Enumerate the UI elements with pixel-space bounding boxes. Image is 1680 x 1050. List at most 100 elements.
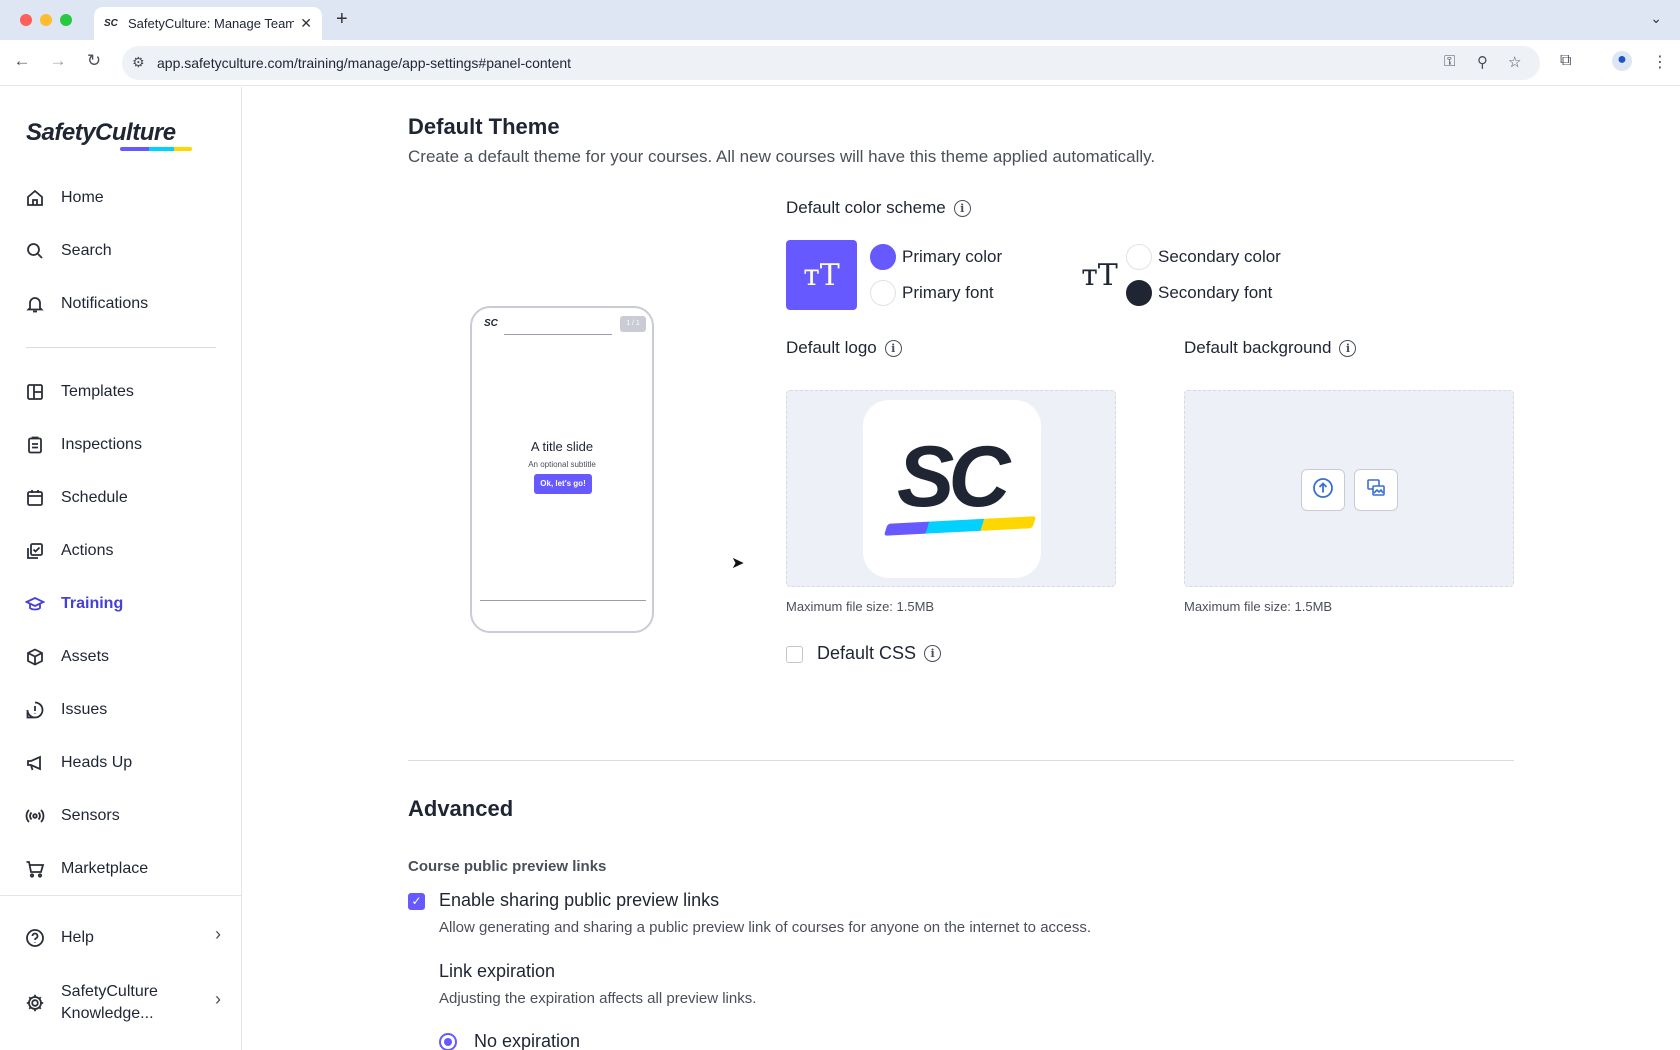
default-background-label: Default background i <box>1184 338 1357 358</box>
cart-icon <box>24 858 46 880</box>
info-icon[interactable]: i <box>1339 339 1357 357</box>
address-bar[interactable]: ⚙ app.safetyculture.com/training/manage/… <box>122 46 1540 80</box>
preview-start-button: Ok, let's go! <box>534 474 592 494</box>
upload-background-button[interactable] <box>1301 469 1345 511</box>
sidebar-item-search[interactable]: Search <box>24 236 112 266</box>
calendar-icon <box>24 487 46 509</box>
reload-icon[interactable]: ↻ <box>82 51 106 71</box>
sidebar-item-sensors[interactable]: Sensors <box>24 801 120 831</box>
color-scheme-label-text: Default color scheme <box>786 198 946 217</box>
clipboard-icon <box>24 434 46 456</box>
secondary-color-option[interactable]: Secondary color <box>1126 244 1281 270</box>
sidebar-item-label: Inspections <box>61 436 142 453</box>
primary-font-dot[interactable] <box>870 280 896 306</box>
actions-icon <box>24 540 46 562</box>
safetyculture-logo[interactable]: SafetyCulture <box>26 119 176 147</box>
primary-font-option[interactable]: Primary font <box>870 280 994 306</box>
password-key-icon[interactable]: ⚿ <box>1444 53 1455 70</box>
new-tab-icon[interactable]: + <box>336 8 348 31</box>
maximize-window-button[interactable] <box>60 14 72 26</box>
primary-color-dot[interactable] <box>870 244 896 270</box>
bell-icon <box>24 293 46 315</box>
no-expiration-label: No expiration <box>474 1031 581 1050</box>
bookmark-star-icon[interactable]: ☆ <box>1508 53 1521 71</box>
default-css-checkbox[interactable] <box>786 646 803 663</box>
sidebar-item-inspections[interactable]: Inspections <box>24 430 142 460</box>
tab-close-icon[interactable]: ✕ <box>300 15 312 32</box>
megaphone-icon <box>24 752 46 774</box>
enable-sharing-label: Enable sharing public preview links <box>439 890 720 910</box>
browser-tab[interactable]: SC SafetyCulture: Manage Teams ✕ <box>94 7 322 40</box>
chevron-right-icon[interactable]: › <box>215 924 221 945</box>
site-settings-icon[interactable]: ⚙ <box>132 54 145 71</box>
image-library-button[interactable] <box>1354 469 1398 511</box>
tab-search-chevron-icon[interactable]: ⌄ <box>1650 10 1662 27</box>
sidebar-item-marketplace[interactable]: Marketplace <box>24 854 148 884</box>
no-expiration-radio[interactable] <box>439 1033 457 1050</box>
browser-menu-icon[interactable]: ⋮ <box>1652 52 1668 72</box>
secondary-font-dot[interactable] <box>1126 280 1152 306</box>
sidebar-bottom-divider <box>0 895 242 896</box>
sidebar-item-heads-up[interactable]: Heads Up <box>24 748 132 778</box>
default-background-dropzone[interactable] <box>1184 390 1514 587</box>
main-content: Default Theme Create a default theme for… <box>242 87 1680 1050</box>
primary-color-option[interactable]: Primary color <box>870 244 1002 270</box>
sidebar-item-label: Templates <box>61 383 134 400</box>
chevron-right-icon[interactable]: › <box>215 989 221 1010</box>
sidebar-item-label: Schedule <box>61 489 128 506</box>
tab-favicon: SC <box>104 18 118 29</box>
color-scheme-label: Default color scheme i <box>786 198 971 218</box>
sidebar-item-schedule[interactable]: Schedule <box>24 483 128 513</box>
primary-theme-swatch[interactable]: тT <box>786 240 857 310</box>
sidebar-item-help[interactable]: Help <box>24 923 224 953</box>
minimize-window-button[interactable] <box>40 14 52 26</box>
secondary-font-option[interactable]: Secondary font <box>1126 280 1272 306</box>
course-preview-phone: SC 1 / 1 A title slide An optional subti… <box>470 306 654 633</box>
enable-sharing-checkbox[interactable]: ✓ <box>408 893 425 910</box>
home-icon <box>24 187 46 209</box>
preview-slide-subtitle: An optional subtitle <box>528 460 596 469</box>
search-icon <box>24 240 46 262</box>
sidebar-item-label: Assets <box>61 648 110 665</box>
sidebar-item-label: Search <box>61 242 112 259</box>
back-icon[interactable]: ← <box>10 51 34 71</box>
sidebar-item-training[interactable]: Training <box>24 589 123 619</box>
zoom-icon[interactable]: ⚲ <box>1477 53 1488 71</box>
info-icon[interactable]: i <box>953 199 971 217</box>
sidebar-item-label: Issues <box>61 701 108 718</box>
primary-color-label: Primary color <box>902 247 1003 266</box>
sidebar-item-label: Marketplace <box>61 860 149 877</box>
close-window-button[interactable] <box>20 14 32 26</box>
logo-preview-card: SC <box>863 400 1041 578</box>
extensions-icon[interactable]: ⧉ <box>1560 52 1571 70</box>
background-max-file-size: Maximum file size: 1.5MB <box>1184 599 1333 614</box>
sidebar-item-organization[interactable]: SafetyCulture Knowledge... <box>24 979 224 1027</box>
url-text: app.safetyculture.com/training/manage/ap… <box>157 55 572 71</box>
templates-icon <box>24 381 46 403</box>
secondary-theme-swatch[interactable]: тT <box>1064 240 1135 310</box>
sidebar-divider <box>26 347 216 348</box>
sidebar-item-label: Help <box>61 929 94 946</box>
default-background-label-text: Default background <box>1184 338 1332 357</box>
logo-max-file-size: Maximum file size: 1.5MB <box>786 599 935 614</box>
default-logo-dropzone[interactable]: SC <box>786 390 1116 587</box>
sidebar-item-notifications[interactable]: Notifications <box>24 289 148 319</box>
default-theme-title: Default Theme <box>408 114 560 139</box>
organization-name-line2: Knowledge... <box>61 1005 154 1022</box>
sidebar-item-templates[interactable]: Templates <box>24 377 134 407</box>
image-library-icon <box>1365 477 1387 504</box>
profile-icon[interactable]: ● <box>1612 51 1632 71</box>
sidebar-item-issues[interactable]: Issues <box>24 695 107 725</box>
link-expiration-description: Adjusting the expiration affects all pre… <box>439 990 757 1007</box>
sidebar-item-actions[interactable]: Actions <box>24 536 113 566</box>
sidebar-item-assets[interactable]: Assets <box>24 642 109 672</box>
enable-sharing-description: Allow generating and sharing a public pr… <box>439 919 1092 936</box>
secondary-color-dot[interactable] <box>1126 244 1152 270</box>
info-icon[interactable]: i <box>884 339 902 357</box>
sidebar-item-label: Notifications <box>61 295 149 312</box>
organization-name: SafetyCulture Knowledge... <box>61 981 158 1025</box>
sidebar-item-home[interactable]: Home <box>24 183 104 213</box>
forward-icon[interactable]: → <box>46 51 70 71</box>
info-icon[interactable]: i <box>924 645 942 662</box>
secondary-color-label: Secondary color <box>1158 247 1281 266</box>
